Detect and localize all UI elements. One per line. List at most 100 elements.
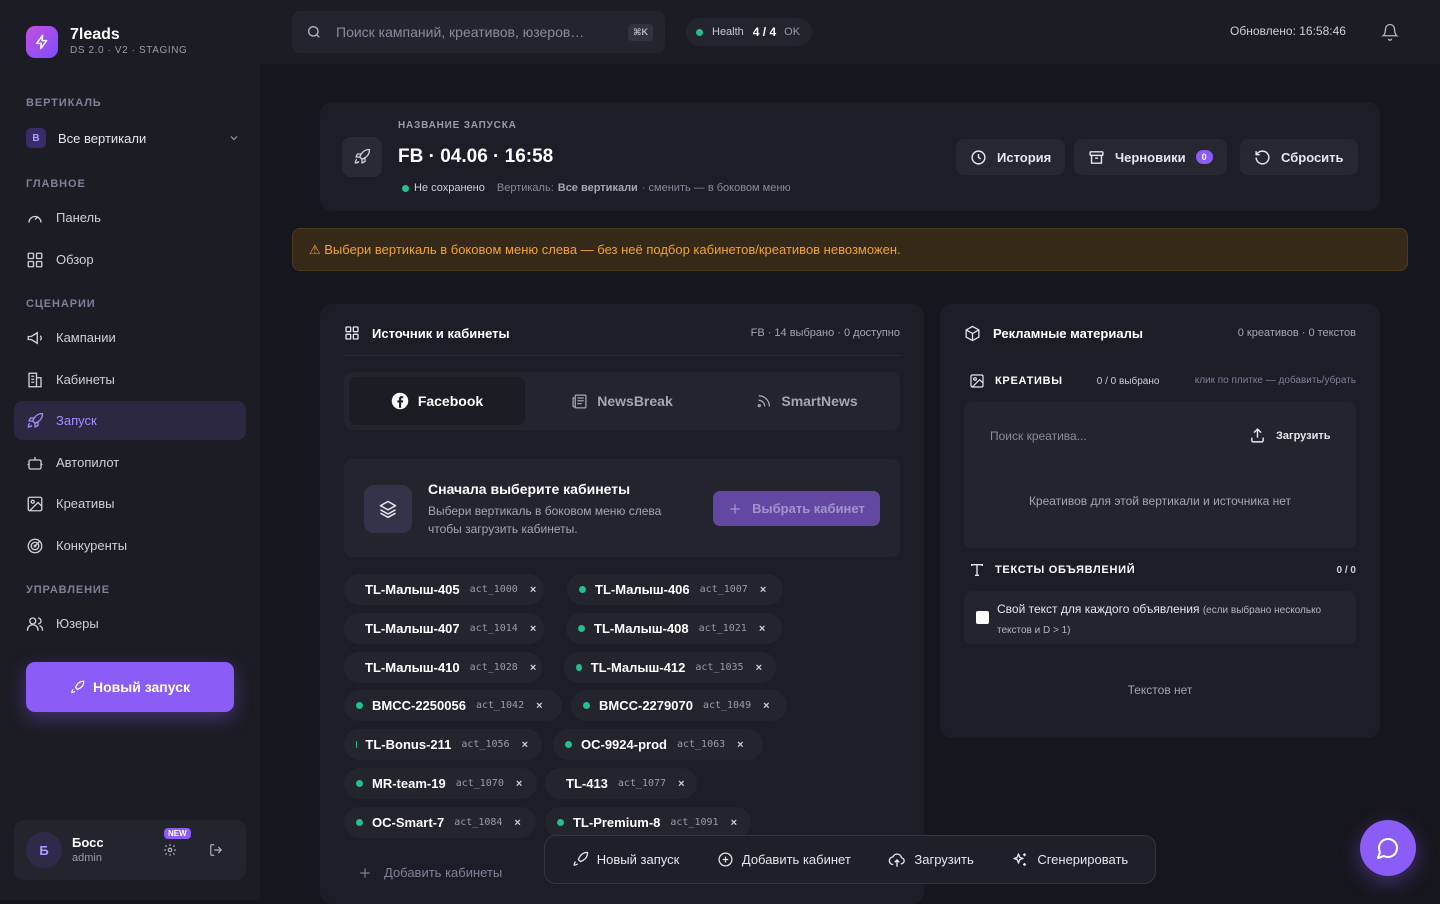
vertical-select[interactable]: В Все вертикали [26, 126, 240, 150]
global-search[interactable]: Поиск кампаний, креативов, юзеров… ⌘K [292, 11, 665, 53]
cabinet-chip[interactable]: TL-Малыш-407act_1014× [344, 613, 544, 644]
cabinet-chip[interactable]: BMCC-2250056act_1042× [344, 690, 562, 721]
quick-add-cabinet-button[interactable]: Добавить кабинет [717, 851, 851, 868]
launch-title[interactable]: FB · 04.06 · 16:58 [398, 146, 553, 168]
cabinet-chip[interactable]: TL-Premium-8act_1091× [545, 807, 751, 838]
history-label: История [997, 150, 1051, 165]
reset-button[interactable]: Сбросить [1240, 139, 1358, 175]
creative-search-input[interactable]: Поиск креатива... [990, 429, 1087, 443]
cabinet-chip[interactable]: TL-Малыш-406act_1007× [567, 574, 783, 605]
cabinet-chip[interactable]: TL-Малыш-412act_1035× [564, 652, 776, 683]
quick-upload-button[interactable]: Загрузить [888, 851, 973, 869]
own-text-checkbox[interactable] [976, 611, 989, 624]
remove-chip-icon[interactable]: × [530, 662, 536, 674]
cabinet-chip[interactable]: BMCC-2279070act_1049× [571, 690, 787, 721]
cabinet-name: OC-9924-prod [581, 737, 667, 752]
rocket-icon [572, 851, 589, 868]
drafts-count-badge: 0 [1196, 150, 1213, 164]
image-icon [26, 495, 44, 513]
logout-icon[interactable] [209, 843, 223, 857]
sidebar-item-cabinets[interactable]: Кабинеты [14, 360, 246, 399]
health-indicator[interactable]: Health 4 / 4 OK [686, 18, 812, 46]
user-name: Босс [72, 835, 104, 850]
materials-title-text: Рекламные материалы [993, 326, 1143, 341]
cabinet-name: OC-Smart-7 [372, 815, 444, 830]
sidebar-item-label: Юзеры [56, 616, 99, 631]
own-text-main: Свой текст для каждого объявления [997, 602, 1199, 616]
add-cabinets-link[interactable]: Добавить кабинеты [358, 865, 502, 880]
remove-chip-icon[interactable]: × [737, 739, 743, 751]
sidebar-item-overview[interactable]: Обзор [14, 240, 246, 279]
remove-chip-icon[interactable]: × [759, 623, 765, 635]
sources-meta: FB · 14 выбрано · 0 доступно [751, 327, 900, 339]
reset-label: Сбросить [1281, 150, 1344, 165]
tab-facebook[interactable]: Facebook [349, 377, 525, 425]
status-dot [356, 819, 363, 826]
texts-header: ТЕКСТЫ ОБЪЯВЛЕНИЙ [969, 562, 1135, 578]
remove-chip-icon[interactable]: × [731, 817, 737, 829]
sidebar-item-users[interactable]: Юзеры [14, 604, 246, 643]
cabinet-chip[interactable]: TL-Малыш-405act_1000× [344, 574, 544, 605]
remove-chip-icon[interactable]: × [530, 584, 536, 596]
quick-generate-button[interactable]: Сгенерировать [1011, 851, 1128, 869]
remove-chip-icon[interactable]: × [516, 778, 522, 790]
cabinet-chip[interactable]: TL-Bonus-211act_1056× [344, 729, 542, 760]
user-role: admin [72, 852, 102, 864]
remove-chip-icon[interactable]: × [678, 778, 684, 790]
cabinet-chip[interactable]: OC-Smart-7act_1084× [344, 807, 536, 838]
gear-icon[interactable] [163, 843, 177, 857]
rss-icon [756, 393, 772, 409]
cabinet-chip[interactable]: TL-413act_1077× [545, 768, 697, 799]
cabinet-name: TL-Малыш-407 [365, 621, 460, 636]
remove-chip-icon[interactable]: × [530, 623, 536, 635]
search-input[interactable]: Поиск кампаний, креативов, юзеров… [336, 24, 628, 40]
drafts-button[interactable]: Черновики 0 [1074, 139, 1227, 175]
remove-chip-icon[interactable]: × [763, 700, 769, 712]
logo-icon[interactable] [26, 26, 58, 58]
source-tabs: Facebook NewsBreak SmartNews [344, 372, 900, 430]
layers-icon [378, 499, 398, 519]
status-dot [402, 185, 409, 192]
remove-chip-icon[interactable]: × [522, 739, 528, 751]
cabinet-act-id: act_1042 [476, 700, 524, 711]
history-button[interactable]: История [956, 139, 1065, 175]
plus-circle-icon [717, 851, 734, 868]
remove-chip-icon[interactable]: × [760, 584, 766, 596]
remove-chip-icon[interactable]: × [536, 700, 542, 712]
sidebar: 7leads DS 2.0 · V2 · STAGING ВЕРТИКАЛЬ В… [0, 0, 260, 900]
chat-button[interactable] [1360, 820, 1416, 876]
tab-newsbreak[interactable]: NewsBreak [534, 377, 710, 425]
sidebar-item-campaigns[interactable]: Кампании [14, 318, 246, 357]
sidebar-item-panel[interactable]: Панель [14, 198, 246, 237]
tab-label: Facebook [418, 393, 483, 409]
section-main: ГЛАВНОЕ [26, 178, 86, 190]
sidebar-item-autopilot[interactable]: Автопилот [14, 443, 246, 482]
remove-chip-icon[interactable]: × [514, 817, 520, 829]
new-launch-button[interactable]: Новый запуск [26, 662, 234, 712]
search-icon [306, 24, 322, 40]
sidebar-item-launch[interactable]: Запуск [14, 401, 246, 440]
cabinet-chip[interactable]: MR-team-19act_1070× [344, 768, 537, 799]
status-dot [576, 664, 582, 671]
sources-card: Источник и кабинеты FB · 14 выбрано · 0 … [320, 304, 924, 904]
cabinet-chip[interactable]: OC-9924-prodact_1063× [553, 729, 763, 760]
bell-icon[interactable] [1381, 23, 1399, 41]
upload-creative-button[interactable]: Загрузить [1249, 427, 1331, 444]
quick-new-launch-button[interactable]: Новый запуск [572, 851, 680, 868]
text-icon [969, 562, 985, 578]
launch-icon-box [342, 137, 382, 177]
cabinet-chip[interactable]: TL-Малыш-408act_1021× [566, 613, 782, 644]
rocket-icon [26, 412, 44, 430]
sidebar-item-creatives[interactable]: Креативы [14, 484, 246, 523]
sidebar-item-label: Конкуренты [56, 538, 127, 553]
cabinet-chip[interactable]: TL-Малыш-410act_1028× [344, 652, 542, 683]
select-cabinet-label: Выбрать кабинет [752, 501, 865, 516]
creatives-hint: клик по плитке — добавить/убрать [1195, 375, 1356, 386]
sidebar-item-competitors[interactable]: Конкуренты [14, 526, 246, 565]
remove-chip-icon[interactable]: × [756, 662, 762, 674]
tab-smartnews[interactable]: SmartNews [719, 377, 895, 425]
layers-icon-box [364, 485, 412, 533]
select-cabinet-button[interactable]: Выбрать кабинет [713, 491, 880, 526]
avatar[interactable]: Б [26, 832, 62, 868]
app-subtitle: DS 2.0 · V2 · STAGING [70, 45, 187, 56]
